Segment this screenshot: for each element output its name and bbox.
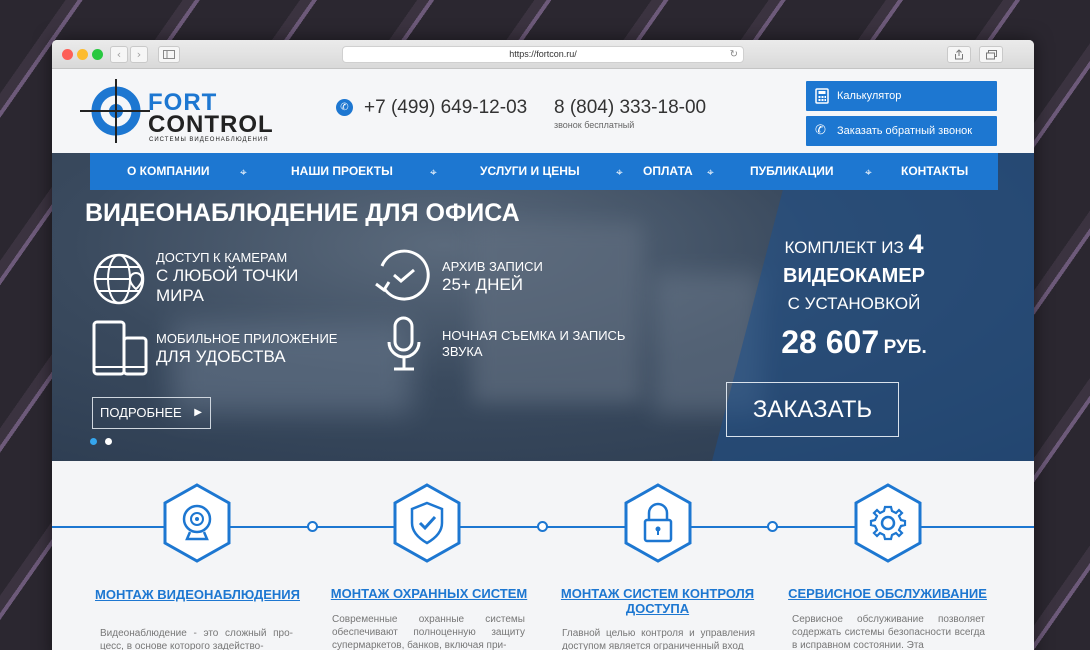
offer-line1-number: 4 xyxy=(908,229,924,259)
site-header: FORT CONTROL СИСТЕМЫ ВИДЕОНАБЛЮДЕНИЯ ✆ +… xyxy=(52,69,1034,153)
service-text-video: Видеонаблюдение - это сложный про­цесс, … xyxy=(100,628,293,650)
slider-dot[interactable] xyxy=(105,438,112,445)
offer-line3: С УСТАНОВКОЙ xyxy=(787,294,921,313)
nav-separator-icon: ⌖ xyxy=(616,165,623,179)
offer-currency: РУБ. xyxy=(883,337,927,358)
more-button-label: ПОДРОБНЕЕ xyxy=(100,405,182,420)
calculator-icon xyxy=(815,88,830,104)
nav-item-about[interactable]: О КОМПАНИИ xyxy=(127,164,210,178)
slider-dot-active[interactable] xyxy=(90,438,97,445)
gear-icon[interactable] xyxy=(853,483,923,563)
phone-ringing-icon: ✆ xyxy=(815,123,826,138)
sidebar-toggle-button[interactable] xyxy=(158,46,180,63)
nav-separator-icon: ⌖ xyxy=(240,165,247,179)
globe-icon xyxy=(93,253,145,305)
hero-title: ВИДЕОНАБЛЮДЕНИЕ ДЛЯ ОФИСА xyxy=(85,199,520,227)
service-text-access: Главной целью контроля и управления дост… xyxy=(562,628,755,650)
microphone-icon xyxy=(387,316,421,371)
more-button[interactable]: ПОДРОБНЕЕ ▶ xyxy=(92,397,211,429)
services-node xyxy=(537,521,548,532)
calculator-button[interactable]: Калькулятор видеонаблюдения xyxy=(806,81,997,132)
service-title-video[interactable]: МОНТАЖ ВИДЕОНАБЛЮДЕНИЯ xyxy=(90,587,305,602)
minimize-window-button[interactable] xyxy=(77,49,88,60)
services-node xyxy=(307,521,318,532)
feature-big-text: ДЛЯ УДОБСТВА xyxy=(156,347,286,366)
feature-small-text-2: ЗВУКА xyxy=(442,344,483,359)
share-button[interactable] xyxy=(947,46,971,63)
nav-separator-icon: ⌖ xyxy=(865,165,872,179)
nav-separator-icon: ⌖ xyxy=(707,165,714,179)
share-icon xyxy=(955,49,963,60)
address-url: https://fortcon.ru/ xyxy=(509,49,577,59)
order-button[interactable]: ЗАКАЗАТЬ xyxy=(726,382,899,437)
phone-moscow[interactable]: +7 (499) 649-12-03 xyxy=(364,97,527,119)
phone-icon: ✆ xyxy=(336,99,353,116)
crosshair-logo-icon xyxy=(80,79,150,143)
zoom-window-button[interactable] xyxy=(92,49,103,60)
back-button[interactable]: ‹ xyxy=(110,46,128,63)
main-nav: О КОМПАНИИ ⌖ НАШИ ПРОЕКТЫ ⌖ УСЛУГИ И ЦЕН… xyxy=(90,153,998,190)
callback-button[interactable]: ✆ Заказать обратный звонок xyxy=(806,116,997,146)
feature-archive: АРХИВ ЗАПИСИ 25+ ДНЕЙ xyxy=(442,259,543,295)
service-title-maintenance[interactable]: СЕРВИСНОЕ ОБСЛУЖИВАНИЕ xyxy=(780,586,995,601)
shield-icon[interactable] xyxy=(392,483,462,563)
nav-item-projects[interactable]: НАШИ ПРОЕКТЫ xyxy=(291,164,393,178)
service-text-security: Современные охранные системы обеспечиваю… xyxy=(332,614,525,650)
tabs-overview-button[interactable] xyxy=(979,46,1003,63)
devices-icon xyxy=(92,320,148,376)
sidebar-icon xyxy=(163,50,175,59)
offer-line2: ВИДЕОКАМЕР xyxy=(783,265,925,287)
clock-icon xyxy=(375,249,430,301)
callback-button-label: Заказать обратный звонок xyxy=(837,125,973,137)
webcam-icon[interactable] xyxy=(162,483,232,563)
service-title-security[interactable]: МОНТАЖ ОХРАННЫХ СИСТЕМ xyxy=(320,586,538,601)
feature-small-text: МОБИЛЬНОЕ ПРИЛОЖЕНИЕ xyxy=(156,331,338,346)
reload-icon[interactable]: ↻ xyxy=(730,47,738,62)
feature-small-text: НОЧНАЯ СЪЕМКА И ЗАПИСЬ xyxy=(442,328,626,343)
tabs-icon xyxy=(985,50,997,60)
forward-button[interactable]: › xyxy=(130,46,148,63)
feature-small-text: АРХИВ ЗАПИСИ xyxy=(442,259,543,274)
services-node xyxy=(767,521,778,532)
feature-big-text: С ЛЮБОЙ ТОЧКИ МИРА xyxy=(156,266,299,305)
feature-remote-access: ДОСТУП К КАМЕРАМ С ЛЮБОЙ ТОЧКИ МИРА xyxy=(156,250,316,306)
feature-mobile-app: МОБИЛЬНОЕ ПРИЛОЖЕНИЕ ДЛЯ УДОБСТВА xyxy=(156,331,337,367)
browser-window: ‹ › https://fortcon.ru/ ↻ FORT CONTROL С… xyxy=(52,40,1034,650)
nav-item-publications[interactable]: ПУБЛИКАЦИИ xyxy=(750,164,833,178)
close-window-button[interactable] xyxy=(62,49,73,60)
service-text-maintenance: Сервисное обслуживание позволяет содержа… xyxy=(792,614,985,650)
service-title-access[interactable]: МОНТАЖ СИСТЕМ КОНТРОЛЯ ДОСТУПА xyxy=(550,586,765,616)
site-logo[interactable]: FORT CONTROL СИСТЕМЫ ВИДЕОНАБЛЮДЕНИЯ xyxy=(80,77,280,145)
lock-icon[interactable] xyxy=(623,483,693,563)
address-bar[interactable]: https://fortcon.ru/ ↻ xyxy=(342,46,744,63)
offer-price: 28 607 xyxy=(781,324,880,360)
nav-item-services-prices[interactable]: УСЛУГИ И ЦЕНЫ xyxy=(480,164,580,178)
nav-separator-icon: ⌖ xyxy=(430,165,437,179)
feature-small-text: ДОСТУП К КАМЕРАМ xyxy=(156,250,288,265)
offer-line1-prefix: КОМПЛЕКТ ИЗ xyxy=(784,238,904,257)
feature-night-audio: НОЧНАЯ СЪЕМКА И ЗАПИСЬ ЗВУКА xyxy=(442,328,625,360)
logo-tagline: СИСТЕМЫ ВИДЕОНАБЛЮДЕНИЯ xyxy=(149,137,269,143)
browser-titlebar: ‹ › https://fortcon.ru/ ↻ xyxy=(52,40,1034,69)
nav-item-contacts[interactable]: КОНТАКТЫ xyxy=(901,164,968,178)
phone-free-note: звонок бесплатный xyxy=(554,120,635,130)
play-arrow-icon: ▶ xyxy=(194,407,202,418)
feature-big-text: 25+ ДНЕЙ xyxy=(442,275,523,294)
phone-free[interactable]: 8 (804) 333-18-00 xyxy=(554,97,706,119)
services-section: МОНТАЖ ВИДЕОНАБЛЮДЕНИЯ Видеонаблюдение -… xyxy=(52,461,1034,650)
nav-item-payment[interactable]: ОПЛАТА xyxy=(643,164,693,178)
offer-block: КОМПЛЕКТ ИЗ 4 ВИДЕОКАМЕР С УСТАНОВКОЙ 28… xyxy=(754,230,954,361)
logo-word-control: CONTROL xyxy=(148,111,274,138)
